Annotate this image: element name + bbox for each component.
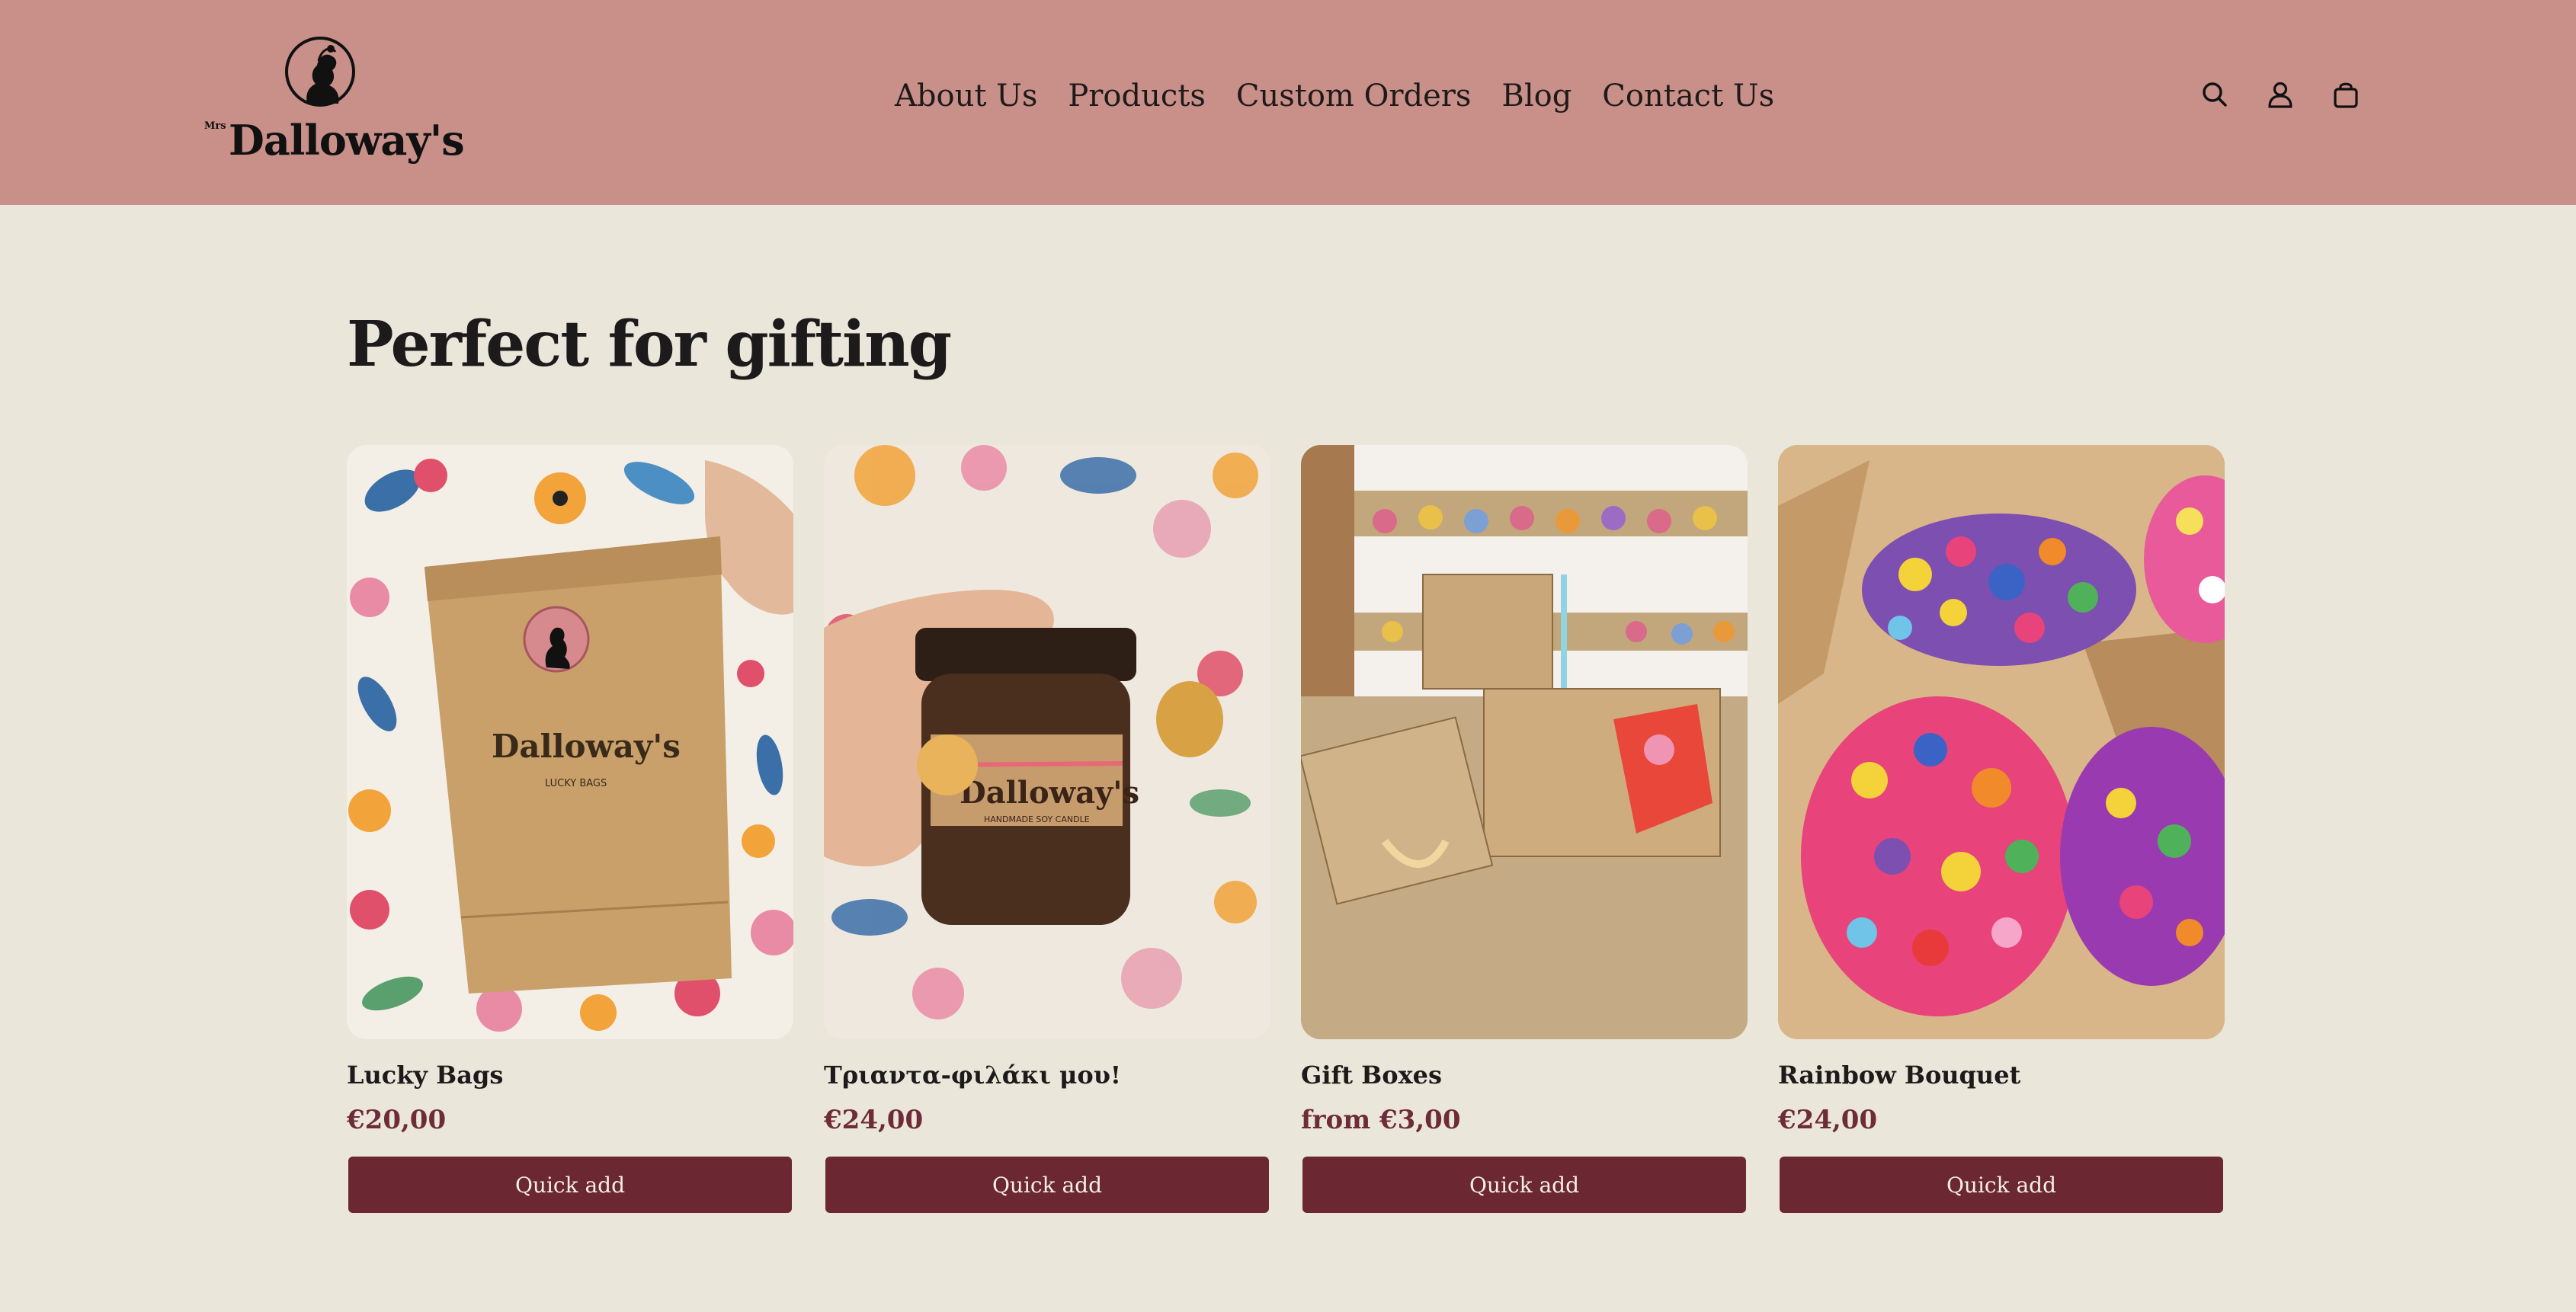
logo-name: Dalloway's (229, 116, 465, 165)
quick-add-button[interactable]: Quick add (1780, 1157, 2223, 1213)
site-header: Mrs Dalloway's About Us Products Custom … (0, 0, 2576, 205)
product-price: from €3,00 (1301, 1105, 1461, 1135)
quick-add-button[interactable]: Quick add (348, 1157, 792, 1213)
product-name[interactable]: Τριαντα-φιλάκι μου! (824, 1061, 1121, 1090)
product-price: €24,00 (824, 1105, 924, 1135)
nav-about-us[interactable]: About Us (895, 78, 1037, 114)
nav-products[interactable]: Products (1068, 78, 1206, 114)
site-logo[interactable]: Mrs Dalloway's (204, 34, 465, 167)
product-card: Gift Boxes from €3,00 Quick add (1301, 445, 1748, 1213)
search-icon[interactable] (2200, 79, 2230, 110)
logo-prefix: Mrs (204, 120, 226, 132)
product-image-candle[interactable]: Dalloway's HANDMADE SOY CANDLE (824, 445, 1270, 1039)
main-nav: About Us Products Custom Orders Blog Con… (895, 73, 1774, 119)
quick-add-button[interactable]: Quick add (1302, 1157, 1746, 1213)
product-price: €20,00 (347, 1105, 447, 1135)
svg-text:HANDMADE SOY CANDLE: HANDMADE SOY CANDLE (984, 814, 1090, 824)
product-image-gift-boxes[interactable] (1301, 445, 1748, 1039)
product-image-rainbow-bouquet[interactable] (1778, 445, 2225, 1039)
svg-text:Dalloway's: Dalloway's (492, 728, 681, 765)
svg-text:Dalloway's: Dalloway's (960, 775, 1139, 811)
product-price: €24,00 (1778, 1105, 1878, 1135)
section-title: Perfect for gifting (347, 308, 952, 381)
product-name[interactable]: Lucky Bags (347, 1061, 503, 1090)
product-card: Dalloway's LUCKY BAGS Lucky Bags €20,00 … (347, 445, 793, 1213)
product-image-lucky-bags[interactable]: Dalloway's LUCKY BAGS (347, 445, 793, 1039)
nav-custom-orders[interactable]: Custom Orders (1236, 78, 1472, 114)
nav-contact-us[interactable]: Contact Us (1602, 78, 1774, 114)
product-name[interactable]: Rainbow Bouquet (1778, 1061, 2020, 1090)
product-name[interactable]: Gift Boxes (1301, 1061, 1442, 1090)
nav-blog[interactable]: Blog (1501, 78, 1572, 114)
product-card: Rainbow Bouquet €24,00 Quick add (1778, 445, 2225, 1213)
quick-add-button[interactable]: Quick add (825, 1157, 1269, 1213)
header-icons (2200, 79, 2361, 110)
svg-text:LUCKY BAGS: LUCKY BAGS (545, 778, 607, 789)
account-icon[interactable] (2265, 79, 2296, 110)
cart-icon[interactable] (2331, 79, 2361, 110)
product-card: Dalloway's HANDMADE SOY CANDLE Τριαντα-φ… (824, 445, 1270, 1213)
